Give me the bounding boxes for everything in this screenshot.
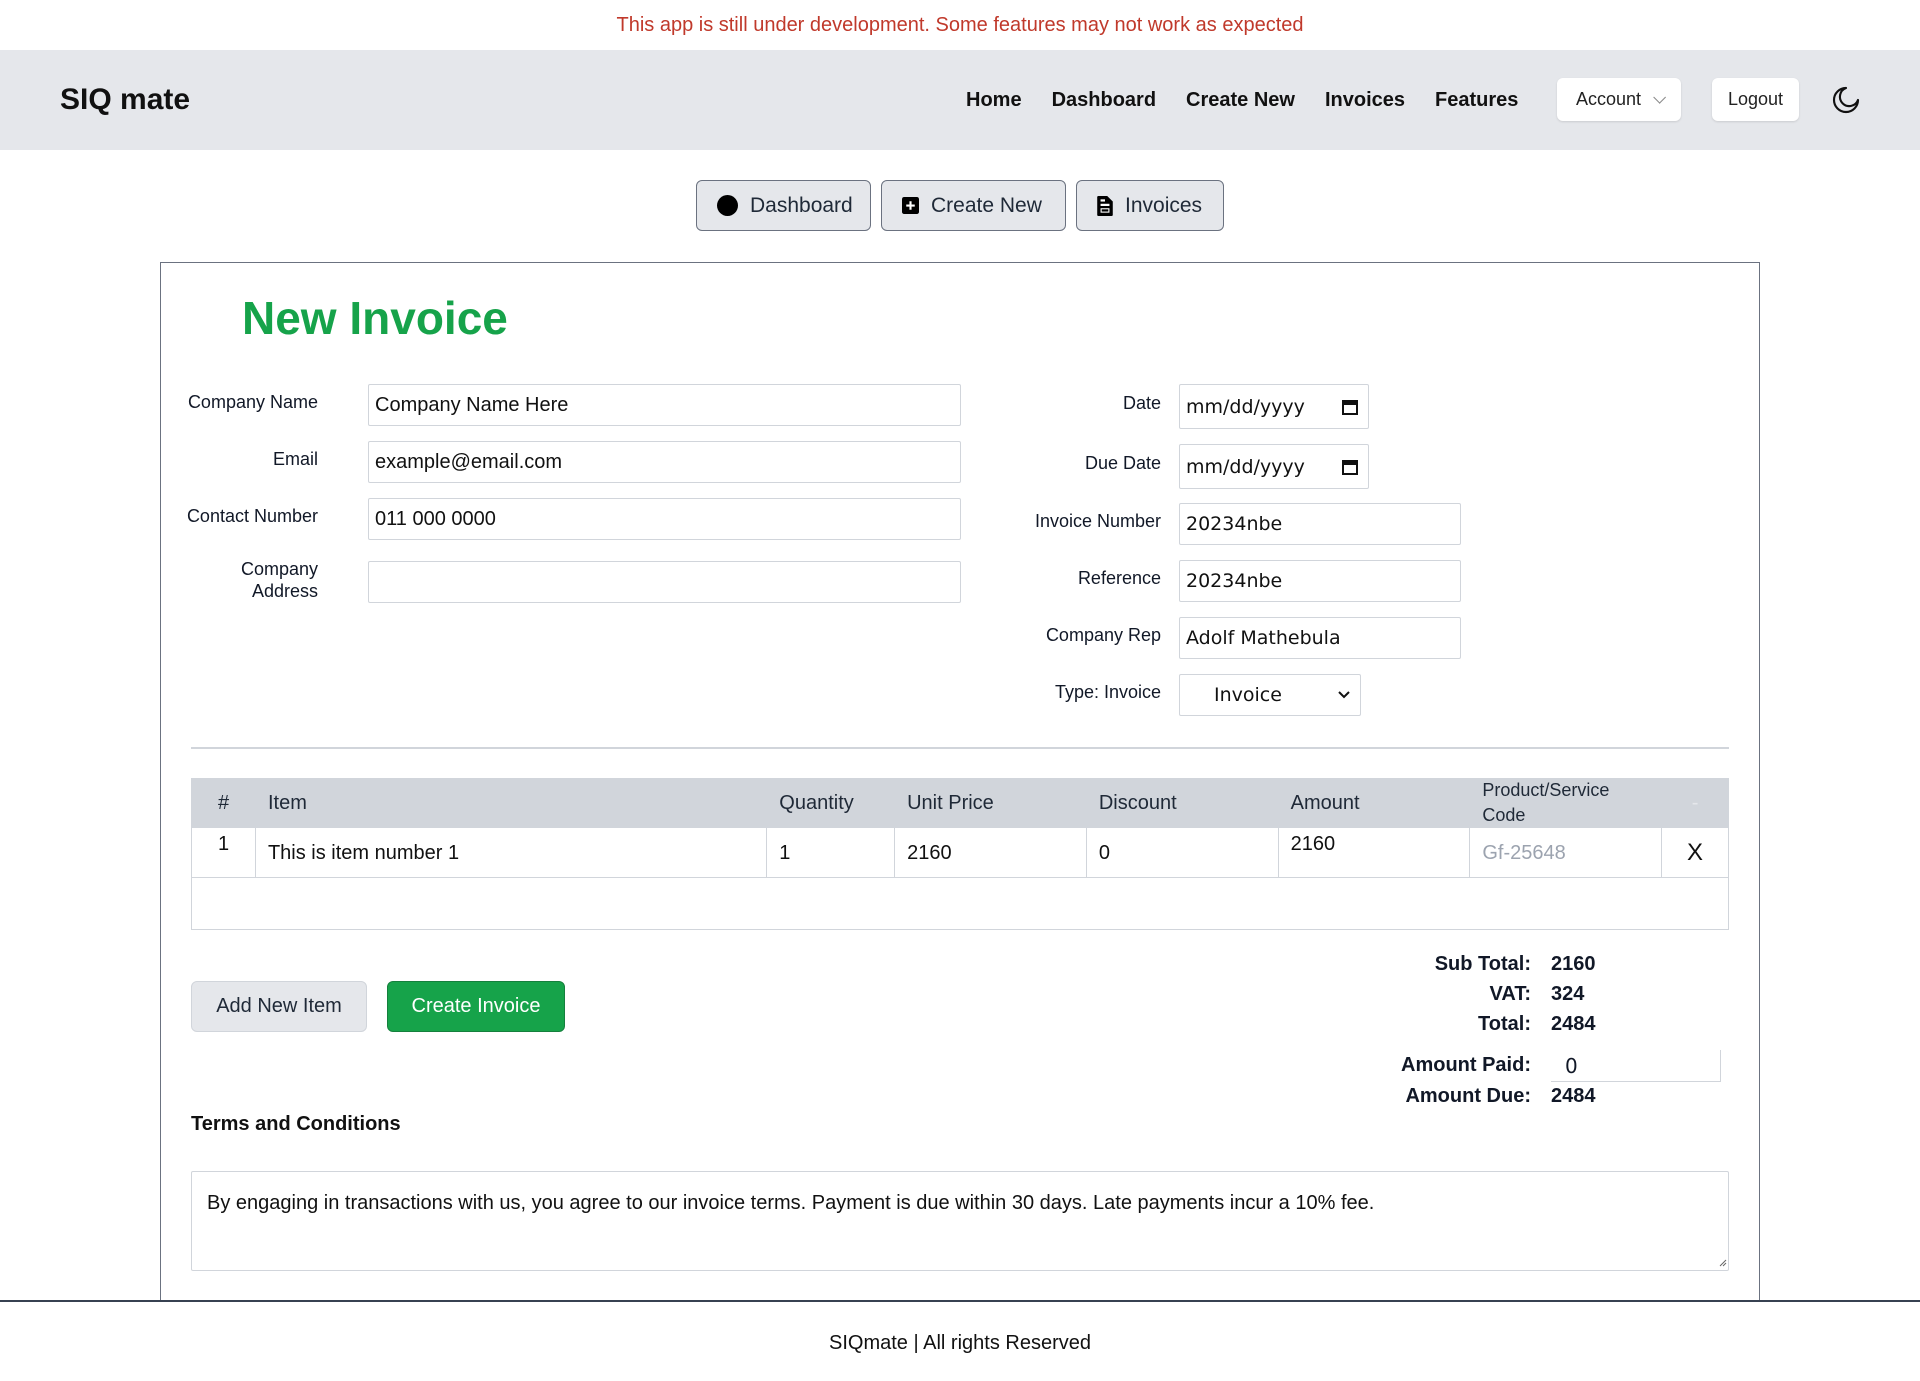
company-rep-label: Company Rep <box>1045 625 1161 645</box>
logout-button[interactable]: Logout <box>1712 78 1799 121</box>
date-placeholder: mm/dd/yyyy <box>1186 395 1305 418</box>
plus-square-icon <box>902 197 919 214</box>
create-invoice-button[interactable]: Create Invoice <box>387 981 565 1032</box>
product-code-input[interactable]: Gf-25648 <box>1470 828 1663 877</box>
item-description-input[interactable]: This is item number 1 <box>256 828 768 877</box>
company-address-label: Company Address <box>240 559 318 601</box>
sub-total-value: 2160 <box>1551 953 1596 975</box>
footer: SIQmate | All rights Reserved <box>0 1300 1920 1381</box>
date-label: Date <box>1122 393 1161 413</box>
type-select[interactable]: Invoice <box>1179 674 1361 716</box>
subnav-dashboard-button[interactable]: Dashboard <box>696 180 871 231</box>
date-input[interactable]: mm/dd/yyyy <box>1179 384 1369 429</box>
discount-input[interactable]: 0 <box>1087 828 1279 877</box>
amount-value: 2160 <box>1279 828 1471 877</box>
contact-number-label: Contact Number <box>186 506 318 526</box>
nav-link-dashboard[interactable]: Dashboard <box>1052 89 1156 112</box>
invoice-number-label: Invoice Number <box>1034 511 1161 531</box>
email-label: Email <box>272 449 318 469</box>
nav-links: Home Dashboard Create New Invoices Featu… <box>966 50 1548 150</box>
nav-link-create-new[interactable]: Create New <box>1186 89 1295 112</box>
account-dropdown[interactable]: Account <box>1557 78 1681 121</box>
header-unit-price: Unit Price <box>907 791 994 814</box>
invoice-number-input[interactable]: 20234nbe <box>1179 503 1461 545</box>
nav-link-invoices[interactable]: Invoices <box>1325 89 1405 112</box>
company-rep-input[interactable]: Adolf Mathebula <box>1179 617 1461 659</box>
close-icon: X <box>1687 839 1704 866</box>
table-header: # Item Quantity Unit Price Discount Amou… <box>192 778 1728 828</box>
header-number: # <box>218 791 230 814</box>
amount-due-value: 2484 <box>1551 1085 1596 1107</box>
header-remove: - <box>1691 791 1699 814</box>
reference-input[interactable]: 20234nbe <box>1179 560 1461 602</box>
subnav-invoices-button[interactable]: Invoices <box>1076 180 1224 231</box>
due-date-placeholder: mm/dd/yyyy <box>1186 455 1305 478</box>
remove-item-button[interactable]: X <box>1662 828 1728 877</box>
items-table: # Item Quantity Unit Price Discount Amou… <box>191 778 1729 930</box>
nav-link-features[interactable]: Features <box>1435 89 1518 112</box>
due-date-label: Due Date <box>1084 453 1161 473</box>
chevron-down-icon <box>1653 91 1667 104</box>
reference-label: Reference <box>1077 568 1161 588</box>
total-value: 2484 <box>1551 1013 1596 1035</box>
header-amount: Amount <box>1290 791 1360 814</box>
section-divider <box>191 747 1729 749</box>
circle-icon <box>717 195 738 216</box>
subnav-create-new-label: Create New <box>931 193 1042 217</box>
terms-heading: Terms and Conditions <box>191 1113 401 1135</box>
account-label: Account <box>1575 89 1642 109</box>
sub-total-label: Sub Total: <box>1434 953 1531 975</box>
chevron-down-icon <box>1338 691 1350 699</box>
due-date-input[interactable]: mm/dd/yyyy <box>1179 444 1369 489</box>
invoice-form-card: New Invoice Company Name Company Name He… <box>160 262 1760 1302</box>
vat-value: 324 <box>1551 983 1585 1005</box>
total-label: Total: <box>1478 1013 1531 1035</box>
terms-textarea[interactable]: By engaging in transactions with us, you… <box>191 1171 1729 1271</box>
footer-text: SIQmate | All rights Reserved <box>829 1332 1091 1354</box>
moon-icon[interactable] <box>1830 84 1862 116</box>
table-empty-row <box>192 878 1728 929</box>
calendar-icon[interactable] <box>1342 399 1358 415</box>
amount-due-label: Amount Due: <box>1405 1085 1531 1107</box>
company-name-input[interactable]: Company Name Here <box>368 384 961 426</box>
company-name-label: Company Name <box>187 392 318 412</box>
navbar: SIQ mate Home Dashboard Create New Invoi… <box>0 50 1920 150</box>
brand-logo[interactable]: SIQ mate <box>60 50 190 150</box>
resize-handle-icon[interactable] <box>1717 1257 1727 1267</box>
header-discount: Discount <box>1098 791 1177 814</box>
nav-link-home[interactable]: Home <box>966 89 1022 112</box>
unit-price-input[interactable]: 2160 <box>895 828 1087 877</box>
sub-navigation: Dashboard Create New Invoices <box>696 180 1224 231</box>
page-title: New Invoice <box>242 292 508 344</box>
contact-number-input[interactable]: 011 000 0000 <box>368 498 961 540</box>
dev-warning-banner: This app is still under development. Som… <box>616 14 1304 36</box>
subnav-create-new-button[interactable]: Create New <box>881 180 1066 231</box>
subnav-dashboard-label: Dashboard <box>750 193 853 217</box>
email-input[interactable]: example@email.com <box>368 441 961 483</box>
header-item: Item <box>267 791 307 814</box>
type-label: Type: Invoice <box>1054 682 1161 702</box>
header-quantity: Quantity <box>779 791 854 814</box>
company-address-input[interactable] <box>368 561 961 603</box>
amount-paid-label: Amount Paid: <box>1401 1054 1531 1076</box>
file-icon <box>1097 195 1113 216</box>
quantity-input[interactable]: 1 <box>767 828 896 877</box>
amount-paid-input[interactable]: 0 <box>1551 1050 1721 1082</box>
vat-label: VAT: <box>1489 983 1531 1005</box>
type-selected-value: Invoice <box>1214 684 1282 706</box>
calendar-icon[interactable] <box>1342 459 1358 475</box>
add-new-item-button[interactable]: Add New Item <box>191 981 367 1032</box>
row-number: 1 <box>192 828 256 877</box>
header-product-code: Product/Service Code <box>1482 780 1610 825</box>
table-row: 1 This is item number 1 1 2160 0 2160 Gf… <box>192 828 1728 878</box>
subnav-invoices-label: Invoices <box>1125 193 1203 217</box>
